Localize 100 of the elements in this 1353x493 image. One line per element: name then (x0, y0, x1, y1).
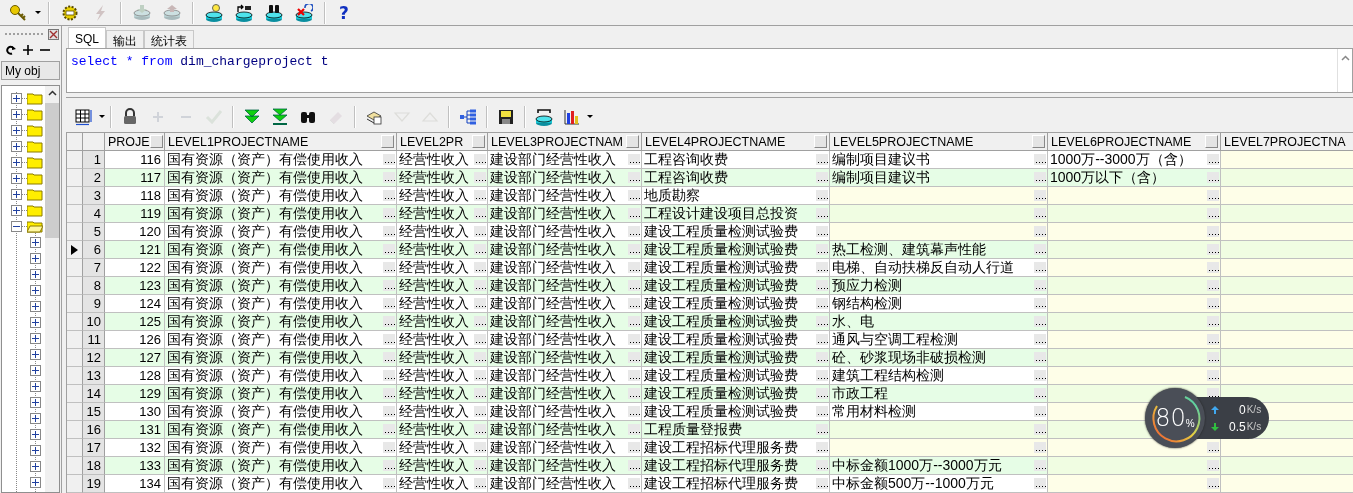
table-cell-text: 经营性收入 (399, 439, 470, 456)
row-number: 3 (83, 187, 105, 205)
table-cell-text: 建设部门经营性收入 (490, 151, 617, 168)
table-cell-text: 建设工程质量检测试验费 (644, 367, 799, 384)
table-cell-text: 工程设计建设项目总投资 (644, 205, 799, 222)
table-cell: 118 (105, 187, 165, 205)
table-cell-text: 国有资源（资产）有偿使用收入 (167, 439, 364, 456)
row-number: 16 (83, 421, 105, 439)
object-filter-dropdown[interactable]: My obj (1, 61, 60, 80)
table-cell-text: 国有资源（资产）有偿使用收入 (167, 331, 364, 348)
column-header: LEVEL5PROJECTNAME (833, 134, 975, 149)
table-cell-text: 经营性收入 (399, 241, 470, 258)
table-cell-text: 经营性收入 (399, 313, 470, 330)
row-number: 11 (83, 331, 105, 349)
tab[interactable]: 统计表 (144, 30, 194, 48)
table-cell-text: 国有资源（资产）有偿使用收入 (167, 475, 364, 492)
row-number: 10 (83, 313, 105, 331)
table-cell-text: 国有资源（资产）有偿使用收入 (167, 403, 364, 420)
table-cell: 124 (105, 295, 165, 313)
table-cell-text: 建设工程质量检测试验费 (644, 295, 799, 312)
table-cell-text: 经营性收入 (399, 277, 470, 294)
table-cell: 121 (105, 241, 165, 259)
table-cell: 117 (105, 169, 165, 187)
table-cell-text: 建设部门经营性收入 (490, 403, 617, 420)
table-cell-text: 国有资源（资产）有偿使用收入 (167, 259, 364, 276)
table-cell-text: 建设部门经营性收入 (490, 295, 617, 312)
table-cell-text: 经营性收入 (399, 259, 470, 276)
table-cell-text: 建设部门经营性收入 (490, 475, 617, 492)
table-cell-text: 经营性收入 (399, 205, 470, 222)
table-cell-text: 水、电 (832, 313, 875, 330)
table-cell-text: 热工检测、建筑幕声性能 (832, 241, 987, 258)
table-cell-text: 建设部门经营性收入 (490, 241, 617, 258)
table-cell-text: 国有资源（资产）有偿使用收入 (167, 385, 364, 402)
table-cell-text: 建设工程质量检测试验费 (644, 331, 799, 348)
cpu-percent: 80 (1155, 404, 1186, 432)
table-cell-text: 经营性收入 (399, 385, 470, 402)
table-cell-text: 经营性收入 (399, 295, 470, 312)
table-cell-text: 中标金额1000万--3000万元 (832, 457, 1003, 474)
speed-unit: K/s (1246, 421, 1262, 432)
column-header: PROJE (108, 134, 150, 149)
table-cell-text: 国有资源（资产）有偿使用收入 (167, 151, 364, 168)
table-cell-text: 国有资源（资产）有偿使用收入 (167, 295, 364, 312)
row-number: 6 (83, 241, 105, 259)
table-cell-text: 编制项目建议书 (832, 169, 931, 186)
table-cell-text: 编制项目建议书 (832, 151, 931, 168)
table-cell-text: 国有资源（资产）有偿使用收入 (167, 187, 364, 204)
row-number: 19 (83, 475, 105, 493)
table-cell-text: 工程质量登报费 (644, 421, 743, 438)
table-cell-text: 建设部门经营性收入 (490, 385, 617, 402)
table-cell-text: 1000万--3000万（含） (1050, 151, 1193, 168)
table-cell-text: 国有资源（资产）有偿使用收入 (167, 205, 364, 222)
row-number: 12 (83, 349, 105, 367)
column-header: LEVEL6PROJECTNAME (1051, 134, 1193, 149)
table-cell-text: 国有资源（资产）有偿使用收入 (167, 421, 364, 438)
row-number: 4 (83, 205, 105, 223)
table-cell-text: 建设工程质量检测试验费 (644, 349, 799, 366)
table-cell-text: 预应力检测 (832, 277, 903, 294)
table-cell-text: 经营性收入 (399, 457, 470, 474)
row-number: 14 (83, 385, 105, 403)
table-cell-text: 国有资源（资产）有偿使用收入 (167, 349, 364, 366)
table-cell-text: 经营性收入 (399, 187, 470, 204)
upload-speed: 0 (1238, 402, 1246, 417)
table-cell-text: 建设工程招标代理服务费 (644, 475, 799, 492)
table-cell-text: 经营性收入 (399, 367, 470, 384)
table-cell-text: 地质勘察 (644, 187, 701, 204)
table-cell-text: 国有资源（资产）有偿使用收入 (167, 241, 364, 258)
tab[interactable]: 输出 (106, 30, 144, 48)
table-cell: 130 (105, 403, 165, 421)
table-cell-text: 国有资源（资产）有偿使用收入 (167, 313, 364, 330)
table-cell-text: 工程咨询收费 (644, 169, 729, 186)
table-cell: 120 (105, 223, 165, 241)
table-cell-text: 国有资源（资产）有偿使用收入 (167, 169, 364, 186)
table-cell: 127 (105, 349, 165, 367)
row-number: 9 (83, 295, 105, 313)
table-cell-text: 建设工程质量检测试验费 (644, 241, 799, 258)
row-number: 5 (83, 223, 105, 241)
table-cell-text: 国有资源（资产）有偿使用收入 (167, 277, 364, 294)
table-cell-text: 建设部门经营性收入 (490, 439, 617, 456)
table-cell-text: 建设部门经营性收入 (490, 349, 617, 366)
table-cell-text: 市政工程 (832, 385, 889, 402)
column-header: LEVEL7PROJECTNA (1224, 134, 1347, 149)
table-cell-text: 常用材料检测 (832, 403, 917, 420)
table-cell-text: 建设工程质量检测试验费 (644, 313, 799, 330)
table-cell-text: 经营性收入 (399, 223, 470, 240)
table-cell-text: 电梯、自动扶梯反自动人行道 (832, 259, 1015, 276)
table-cell: 132 (105, 439, 165, 457)
table-cell-text: 国有资源（资产）有偿使用收入 (167, 223, 364, 240)
table-cell-text: 建设工程招标代理服务费 (644, 439, 799, 456)
table-cell: 126 (105, 331, 165, 349)
help-button[interactable]: ? (335, 2, 353, 23)
percent-sign: % (1185, 417, 1195, 429)
row-number: 18 (83, 457, 105, 475)
column-header: LEVEL1PROJECTNAME (168, 134, 310, 149)
table-cell-text: 建设部门经营性收入 (490, 277, 617, 294)
download-speed: 0.5 (1228, 419, 1246, 434)
table-cell-text: 建设部门经营性收入 (490, 313, 617, 330)
table-cell: 131 (105, 421, 165, 439)
table-cell-text: 经营性收入 (399, 475, 470, 492)
tab[interactable]: SQL (68, 27, 106, 48)
table-cell-text: 经营性收入 (399, 331, 470, 348)
